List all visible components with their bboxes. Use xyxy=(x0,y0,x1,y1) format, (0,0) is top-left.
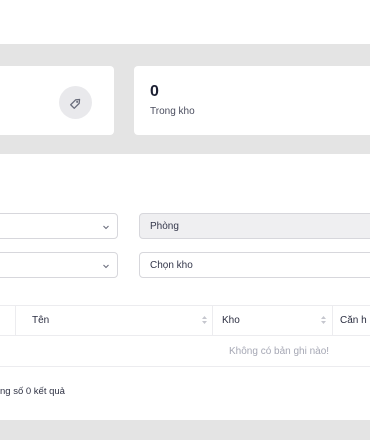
stat-card-left xyxy=(0,66,114,135)
warehouse-select[interactable]: Chọn kho xyxy=(139,252,370,278)
column-divider xyxy=(212,305,213,335)
column-header-apartment[interactable]: Căn h xyxy=(340,305,367,335)
stat-in-stock-label: Trong kho xyxy=(150,106,195,117)
filter-select-1[interactable] xyxy=(0,213,118,239)
room-select-placeholder: Phòng xyxy=(150,220,179,232)
column-header-warehouse-label: Kho xyxy=(222,314,240,326)
room-select[interactable]: Phòng xyxy=(139,213,370,239)
table-result-count: ng số 0 kết quả xyxy=(0,386,65,397)
column-header-warehouse[interactable]: Kho xyxy=(222,305,240,335)
sort-icon[interactable] xyxy=(201,315,208,325)
warehouse-select-placeholder: Chọn kho xyxy=(150,259,193,271)
chevron-down-icon xyxy=(103,264,109,269)
table-bottom-border xyxy=(0,366,370,367)
column-header-name[interactable]: Tên xyxy=(32,305,49,335)
sort-icon[interactable] xyxy=(320,315,327,325)
stat-in-stock-value: 0 xyxy=(150,83,159,100)
column-divider xyxy=(332,305,333,335)
filter-select-2[interactable] xyxy=(0,252,118,278)
table-header-border xyxy=(0,335,370,336)
chevron-down-icon xyxy=(103,225,109,230)
stat-card-in-stock: 0 Trong kho xyxy=(134,66,370,135)
tag-icon xyxy=(59,86,92,119)
table-empty-message: Không có bản ghi nào! xyxy=(229,346,330,357)
inventory-panel xyxy=(0,154,370,420)
column-header-apartment-label: Căn h xyxy=(340,314,367,326)
table-top-border xyxy=(0,305,370,306)
column-divider xyxy=(15,305,16,335)
column-header-name-label: Tên xyxy=(32,314,50,326)
